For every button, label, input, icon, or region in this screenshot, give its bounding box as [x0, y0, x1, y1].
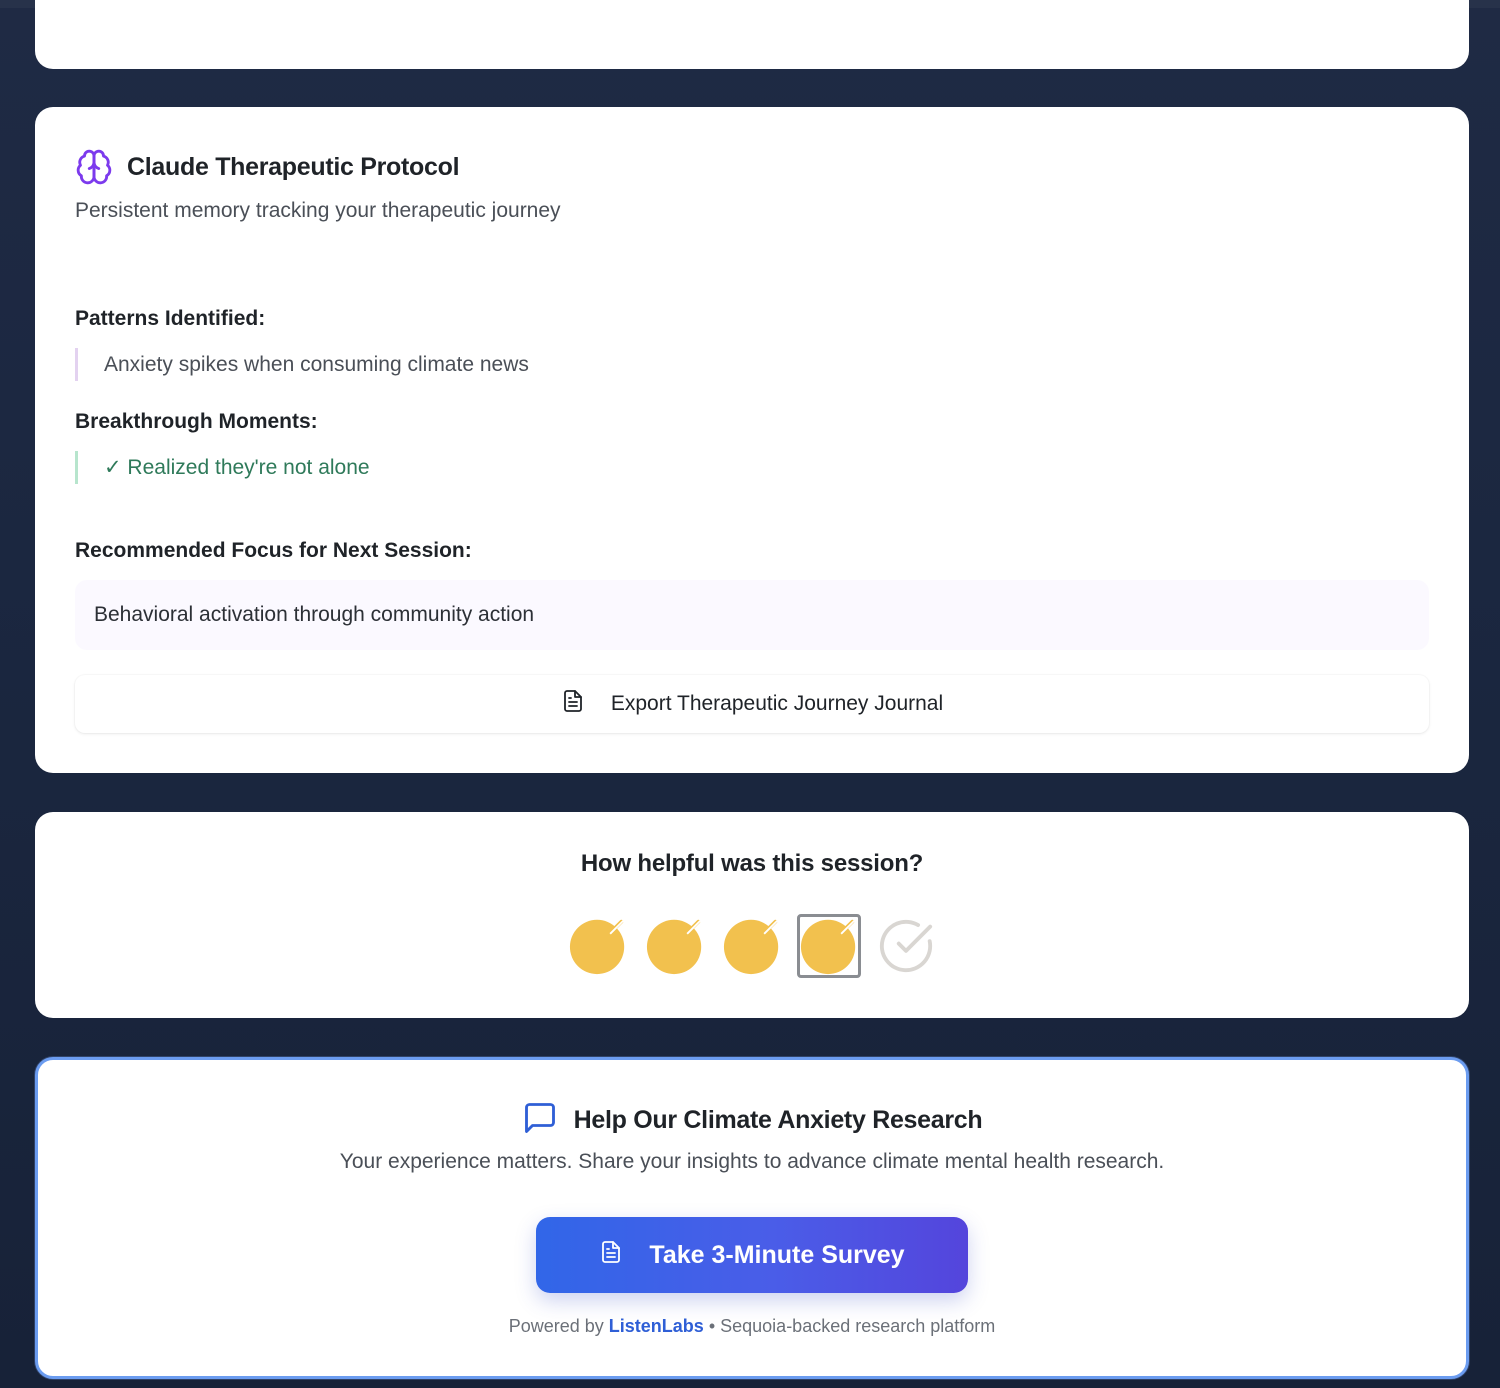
listenlabs-link[interactable]: ListenLabs [609, 1316, 704, 1336]
rating-option-5[interactable] [874, 914, 938, 978]
breakthrough-item: ✓ Realized they're not alone [75, 451, 370, 484]
protocol-subtitle: Persistent memory tracking your therapeu… [75, 199, 561, 222]
rating-option-1[interactable] [566, 914, 630, 978]
filled-rating-icon [646, 919, 702, 975]
rating-option-2[interactable] [643, 914, 707, 978]
survey-title: Help Our Climate Anxiety Research [573, 1106, 983, 1134]
powered-suffix: • Sequoia-backed research platform [708, 1316, 996, 1336]
protocol-card: Claude Therapeutic Protocol Persistent m… [35, 107, 1469, 773]
document-icon [599, 1239, 623, 1272]
filled-rating-icon [723, 919, 779, 975]
rating-option-3[interactable] [720, 914, 784, 978]
survey-button-label: Take 3-Minute Survey [649, 1240, 905, 1269]
focus-text: Behavioral activation through community … [94, 603, 535, 626]
filled-rating-icon [800, 919, 856, 975]
rating-title: How helpful was this session? [580, 850, 924, 877]
pattern-item: Anxiety spikes when consuming climate ne… [75, 348, 529, 381]
survey-card: Help Our Climate Anxiety Research Your e… [35, 1057, 1469, 1379]
protocol-title: Claude Therapeutic Protocol [127, 152, 460, 181]
powered-by: Powered by ListenLabs • Sequoia-backed r… [38, 1316, 1466, 1337]
take-survey-button[interactable]: Take 3-Minute Survey [536, 1217, 968, 1293]
export-journal-button[interactable]: Export Therapeutic Journey Journal [75, 675, 1429, 733]
empty-rating-icon [879, 919, 933, 973]
export-label: Export Therapeutic Journey Journal [610, 692, 944, 715]
patterns-label: Patterns Identified: [75, 307, 266, 330]
message-icon [522, 1100, 558, 1141]
focus-label: Recommended Focus for Next Session: [75, 539, 472, 562]
powered-prefix: Powered by [508, 1316, 604, 1336]
filled-rating-icon [569, 919, 625, 975]
focus-box: Behavioral activation through community … [75, 580, 1429, 650]
rating-option-4[interactable] [797, 914, 861, 978]
breakthrough-label: Breakthrough Moments: [75, 410, 318, 433]
rating-card: How helpful was this session? [35, 812, 1469, 1018]
brain-icon [75, 148, 113, 186]
protocol-header: Claude Therapeutic Protocol [75, 147, 1429, 187]
rating-options [35, 914, 1469, 978]
previous-card [35, 0, 1469, 69]
survey-header: Help Our Climate Anxiety Research [38, 1100, 1466, 1141]
document-icon [561, 688, 585, 720]
survey-subtitle: Your experience matters. Share your insi… [339, 1150, 1165, 1173]
